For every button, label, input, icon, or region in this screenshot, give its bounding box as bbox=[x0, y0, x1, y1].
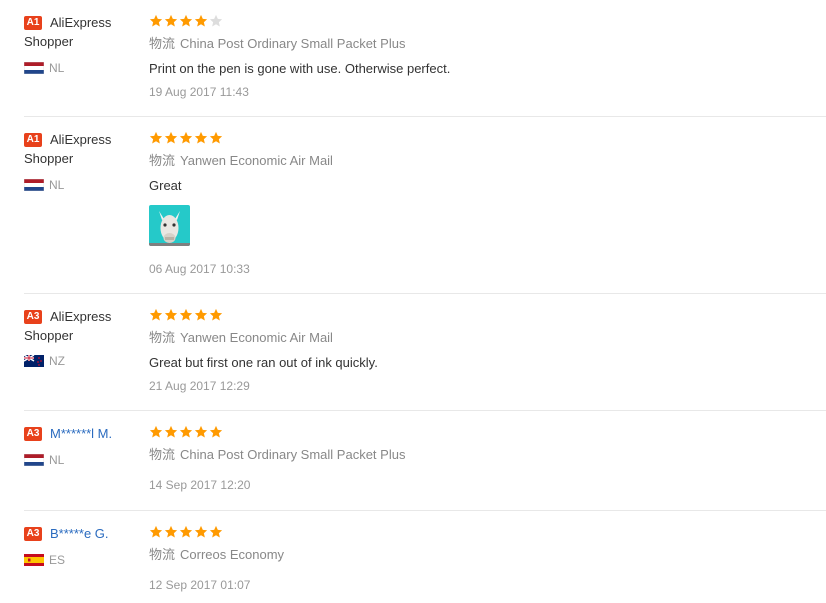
netherlands-flag-icon bbox=[24, 61, 44, 74]
star-icon bbox=[164, 525, 178, 539]
logistics-label: 物流 bbox=[149, 153, 176, 168]
star-icon bbox=[179, 14, 193, 28]
star-icon bbox=[209, 525, 223, 539]
logistics-method: China Post Ordinary Small Packet Plus bbox=[180, 36, 406, 51]
review-comment: Great but first one ran out of ink quick… bbox=[149, 355, 378, 370]
buyer-country: NL bbox=[24, 452, 64, 468]
star-empty-icon bbox=[209, 14, 223, 28]
logistics-label: 物流 bbox=[149, 447, 176, 462]
review-comment: Print on the pen is gone with use. Other… bbox=[149, 61, 451, 76]
logistics-method: Correos Economy bbox=[180, 547, 285, 562]
buyer-name: AliExpress bbox=[50, 132, 112, 147]
logistics-info: 物流 Yanwen Economic Air Mail bbox=[149, 329, 333, 347]
buyer-country: NL bbox=[24, 177, 64, 193]
logistics-label: 物流 bbox=[149, 36, 176, 51]
buyer-level-badge: A3 bbox=[24, 527, 42, 541]
country-code: NL bbox=[49, 453, 65, 467]
buyer-country: ES bbox=[24, 552, 65, 568]
star-icon bbox=[194, 131, 208, 145]
star-icon bbox=[164, 308, 178, 322]
star-icon bbox=[164, 131, 178, 145]
review-date: 12 Sep 2017 01:07 bbox=[149, 578, 251, 592]
star-icon bbox=[164, 425, 178, 439]
review-date: 14 Sep 2017 12:20 bbox=[149, 478, 251, 492]
star-icon bbox=[179, 425, 193, 439]
country-code: NL bbox=[49, 61, 65, 75]
star-icon bbox=[209, 425, 223, 439]
buyer-level-badge: A1 bbox=[24, 133, 42, 147]
star-icon bbox=[149, 308, 163, 322]
star-icon bbox=[194, 14, 208, 28]
review-date: 06 Aug 2017 10:33 bbox=[149, 262, 250, 276]
divider bbox=[24, 410, 826, 411]
buyer-name: AliExpress bbox=[50, 309, 112, 324]
buyer-name-link[interactable]: B*****e G. bbox=[50, 524, 109, 543]
buyer-level-badge: A1 bbox=[24, 16, 42, 30]
buyer-country: NL bbox=[24, 60, 64, 76]
logistics-info: 物流 Yanwen Economic Air Mail bbox=[149, 152, 333, 170]
netherlands-flag-icon bbox=[24, 453, 44, 466]
star-icon bbox=[179, 308, 193, 322]
review-photo-thumbnail[interactable] bbox=[149, 205, 190, 246]
star-rating bbox=[149, 14, 223, 28]
review-date: 21 Aug 2017 12:29 bbox=[149, 379, 250, 393]
star-rating bbox=[149, 425, 223, 439]
logistics-info: 物流 China Post Ordinary Small Packet Plus bbox=[149, 446, 405, 464]
star-icon bbox=[149, 425, 163, 439]
logistics-label: 物流 bbox=[149, 330, 176, 345]
divider bbox=[24, 116, 826, 117]
logistics-method: Yanwen Economic Air Mail bbox=[180, 153, 333, 168]
star-rating bbox=[149, 131, 223, 145]
country-code: NL bbox=[49, 178, 65, 192]
divider bbox=[24, 510, 826, 511]
star-icon bbox=[209, 308, 223, 322]
star-icon bbox=[194, 308, 208, 322]
divider bbox=[24, 293, 826, 294]
buyer-name-line2: Shopper bbox=[24, 151, 74, 166]
star-icon bbox=[194, 425, 208, 439]
star-icon bbox=[149, 131, 163, 145]
buyer-level-badge: A3 bbox=[24, 427, 42, 441]
star-icon bbox=[179, 131, 193, 145]
star-rating bbox=[149, 525, 223, 539]
star-icon bbox=[164, 14, 178, 28]
buyer-name-link[interactable]: M******l M. bbox=[50, 424, 112, 443]
logistics-method: China Post Ordinary Small Packet Plus bbox=[180, 447, 406, 462]
star-icon bbox=[149, 525, 163, 539]
logistics-info: 物流 Correos Economy bbox=[149, 546, 284, 564]
netherlands-flag-icon bbox=[24, 178, 44, 191]
country-code: NZ bbox=[49, 354, 65, 368]
logistics-method: Yanwen Economic Air Mail bbox=[180, 330, 333, 345]
buyer-country: NZ bbox=[24, 353, 65, 369]
review-date: 19 Aug 2017 11:43 bbox=[149, 85, 249, 99]
star-icon bbox=[194, 525, 208, 539]
buyer-level-badge: A3 bbox=[24, 310, 42, 324]
country-code: ES bbox=[49, 553, 66, 567]
spain-flag-icon bbox=[24, 553, 44, 566]
star-rating bbox=[149, 308, 223, 322]
new-zealand-flag-icon bbox=[24, 354, 44, 367]
buyer-name-line2: Shopper bbox=[24, 328, 74, 343]
buyer-name: AliExpress bbox=[50, 15, 112, 30]
logistics-label: 物流 bbox=[149, 547, 176, 562]
buyer-name-line2: Shopper bbox=[24, 34, 74, 49]
star-icon bbox=[149, 14, 163, 28]
logistics-info: 物流 China Post Ordinary Small Packet Plus bbox=[149, 35, 405, 53]
star-icon bbox=[209, 131, 223, 145]
review-comment: Great bbox=[149, 178, 182, 193]
goat-photo-image bbox=[149, 205, 190, 246]
star-icon bbox=[179, 525, 193, 539]
